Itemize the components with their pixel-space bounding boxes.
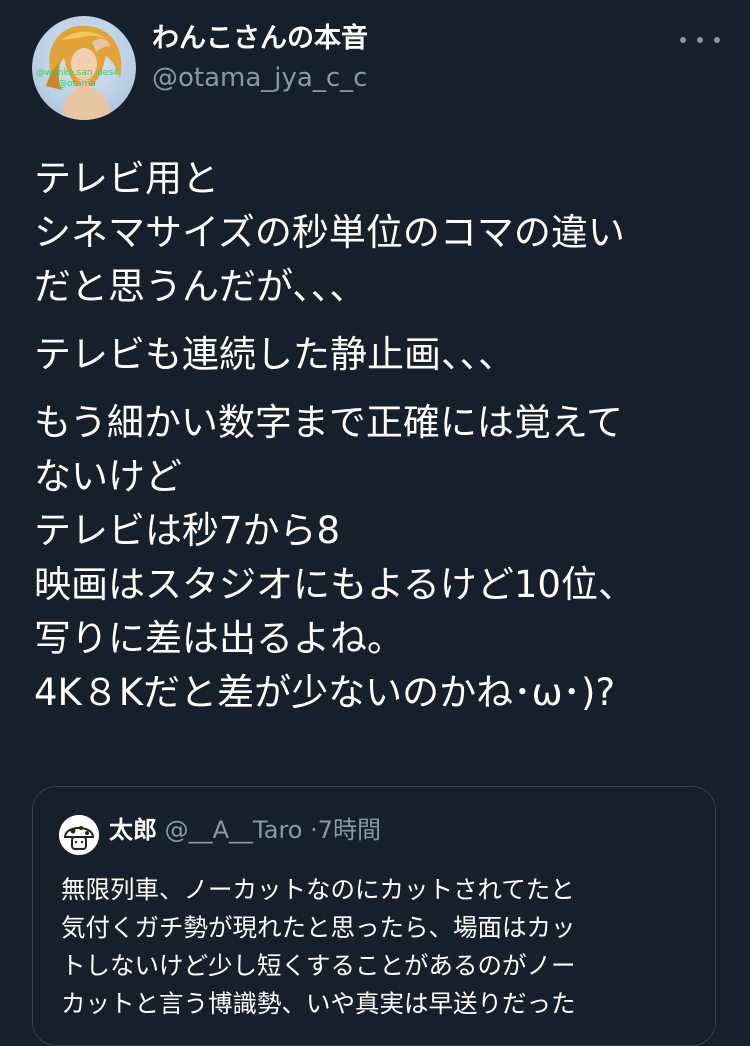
- quoted-text-line: カットと言う博識勢、いや真実は早送りだった: [61, 989, 576, 1018]
- more-dots-icon[interactable]: [680, 30, 720, 50]
- dot: [697, 37, 703, 43]
- author-avatar[interactable]: @wanko.san_des4 @otama: [32, 16, 136, 120]
- mushroom-avatar-icon: [59, 815, 99, 855]
- tweet-text-line: もう細かい数字まで正確には覚えて: [34, 401, 624, 444]
- quoted-author-handle: @__A__Taro: [164, 816, 303, 844]
- tweet-text-line: シネマサイズの秒単位のコマの違い: [34, 211, 625, 254]
- quoted-text-line: 無限列車、ノーカットなのにカットされてたと: [61, 875, 575, 904]
- dot: [714, 37, 720, 43]
- author-display-name[interactable]: わんこさんの本音: [152, 20, 368, 58]
- tweet-text-line: だと思うんだが、、、: [34, 265, 367, 308]
- tweet-text-line: 4K８Kだと差が少ないのかね･ω･)?: [34, 671, 616, 714]
- quoted-tweet-card[interactable]: 太郎 @__A__Taro ·7時間 無限列車、ノーカットなのにカットされてたと…: [32, 786, 716, 1046]
- quoted-text-line: 気付くガチ勢が現れたと思ったら、場面はカッ: [61, 913, 576, 942]
- tweet-text-line: 写りに差は出るよね。: [34, 617, 404, 660]
- tweet-text-line: 映画はスタジオにもよるけど10位、: [34, 563, 635, 606]
- tweet: @wanko.san_des4 @otama わんこさんの本音 @otama_j…: [0, 0, 750, 1046]
- author-handle[interactable]: @otama_jya_c_c: [152, 60, 367, 96]
- tweet-text-line: ないけど: [34, 455, 182, 498]
- tweet-text-line: テレビ用と: [34, 157, 219, 200]
- quoted-author-avatar: [59, 815, 99, 855]
- quoted-tweet-header: 太郎 @__A__Taro ·7時間: [109, 813, 381, 847]
- header-separator: ·: [310, 816, 318, 844]
- quoted-tweet-time: 7時間: [317, 816, 382, 844]
- tweet-text: テレビ用と シネマサイズの秒単位のコマの違い だと思うんだが、、、 テレビも連続…: [34, 152, 724, 720]
- avatar-caption: @wanko.san_des4 @otama: [36, 68, 119, 89]
- tweet-text-line: テレビは秒7から8: [34, 509, 341, 552]
- quoted-author-name: 太郎: [109, 816, 157, 844]
- quoted-tweet-text: 無限列車、ノーカットなのにカットされてたと 気付くガチ勢が現れたと思ったら、場面…: [61, 871, 701, 1023]
- dot: [680, 37, 686, 43]
- tweet-text-line: テレビも連続した静止画、、、: [34, 333, 515, 376]
- quoted-text-line: トしないけど少し短くすることがあるのがノー: [61, 951, 576, 980]
